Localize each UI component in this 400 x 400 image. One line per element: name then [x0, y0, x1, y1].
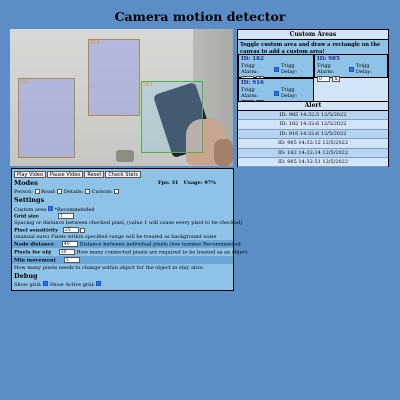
grid-size-description: Spacing or distance between checked pixe…	[14, 220, 243, 226]
reset-button[interactable]: Reset	[84, 171, 105, 178]
debug-title: Debug	[14, 272, 38, 280]
area-box-label: 916	[90, 40, 100, 46]
area-card-id: ID: 182	[241, 56, 264, 62]
grid-size-label: Grid size	[14, 213, 39, 220]
modes-title: Modes	[14, 179, 38, 187]
mode-custom-checkbox[interactable]	[114, 189, 120, 194]
fps-label: Fps: 31	[158, 180, 179, 186]
pixels-for-obj-description: How many connected pixels are required t…	[76, 249, 248, 256]
grid-size-input[interactable]: 1	[57, 213, 74, 219]
pixel-sensitivity-label: Pixel sensitivity	[14, 227, 59, 234]
usage-label: Usage: 97%	[183, 180, 217, 186]
pixel-sensitivity-auto-checkbox[interactable]	[80, 227, 86, 233]
hand-thumb	[214, 139, 233, 166]
min-movement-description: How many pixels needs to change within o…	[14, 265, 203, 271]
video-button-row: Play Video Pause Video Reset Check Stats	[14, 171, 142, 178]
area-card-id: ID: 916	[241, 80, 264, 86]
area-card-id: ID: 985	[317, 56, 340, 62]
pause-video-button[interactable]: Pause Video	[47, 171, 84, 178]
show-active-grid-label: Show Active grid:	[49, 282, 95, 288]
mode-details-checkbox[interactable]	[85, 189, 91, 194]
custom-area-box[interactable]: 182	[18, 78, 75, 158]
min-movement-label: Min movement	[14, 257, 56, 264]
area-card: ID: 182 Trigg Alarm: Trigg Delay: 0 X	[238, 54, 314, 82]
node-distance-input[interactable]: 40	[61, 241, 78, 247]
area-card: ID: 916 Trigg Alarm: Trigg Delay: 0 X	[238, 78, 314, 106]
alert-row: ID: 985 14:32:51 12/5/2022	[238, 157, 388, 168]
pixels-for-obj-label: Pixels for obj	[14, 249, 51, 256]
trigg-alarm-label: Trigg Alarm:	[317, 63, 335, 75]
node-distance-row: Node distance 40 Distance between indivi…	[14, 241, 241, 248]
modes-row: Person: Road: Details: Custom:	[14, 189, 120, 195]
mode-road-label: Road:	[41, 189, 56, 195]
check-stats-button[interactable]: Check Stats	[105, 171, 142, 178]
trigg-alarm-checkbox[interactable]	[349, 66, 354, 72]
debug-row: Show grid: Show Active grid:	[14, 281, 102, 288]
area-card: ID: 985 Trigg Alarm: Trigg Delay: 0 X	[314, 54, 388, 82]
camera-canvas[interactable]: 182 916 985	[10, 29, 233, 166]
show-grid-checkbox[interactable]	[43, 281, 49, 286]
pixel-sensitivity-row: Pixel sensitivity 25	[14, 227, 86, 234]
pixels-for-obj-row: Pixels for obj 30 How many connected pix…	[14, 249, 247, 256]
alert-list: ID: 985 14:32:5 12/5/2022 ID: 182 14:32:…	[238, 111, 388, 168]
alert-panel: Alert ID: 985 14:32:5 12/5/2022 ID: 182 …	[237, 101, 389, 168]
mode-person-checkbox[interactable]	[34, 189, 40, 194]
alert-header: Alert	[238, 102, 388, 111]
play-video-button[interactable]: Play Video	[14, 171, 47, 178]
node-distance-label: Node distance	[14, 241, 54, 248]
page-title: Camera motion detector	[114, 9, 286, 24]
controls-panel: Play Video Pause Video Reset Check Stats Fp…	[11, 168, 247, 291]
remove-area-button[interactable]: X	[332, 76, 340, 82]
custom-area-checkbox[interactable]	[47, 206, 53, 211]
mode-custom-label: Custom:	[91, 189, 113, 195]
trigg-delay-input[interactable]: 0	[317, 76, 330, 82]
trigg-alarm-label: Trigg Alarm:	[241, 63, 259, 75]
settings-title: Settings	[14, 196, 45, 204]
mode-road-checkbox[interactable]	[57, 189, 63, 194]
mode-person-label: Person:	[14, 189, 33, 195]
trigg-delay-label: Trigg Delay:	[280, 63, 297, 75]
area-box-label: 985	[143, 82, 153, 88]
trigg-alarm-label: Trigg Alarm:	[241, 87, 259, 99]
custom-area-row: Custom area *Recommended	[14, 206, 95, 213]
custom-area-box[interactable]: 985	[141, 81, 203, 153]
pixels-for-obj-input[interactable]: 30	[58, 249, 75, 255]
alert-row: ID: 985 14:32:12 12/5/2022	[238, 139, 388, 149]
object-on-floor	[116, 150, 134, 162]
show-active-grid-checkbox[interactable]	[96, 281, 102, 286]
trigg-alarm-checkbox[interactable]	[274, 66, 279, 72]
trigg-alarm-checkbox[interactable]	[274, 90, 279, 96]
alert-row: ID: 182 14:32:14 12/5/2022	[238, 148, 388, 158]
trigg-delay-label: Trigg Delay:	[355, 63, 372, 75]
area-box-label: 182	[20, 79, 30, 85]
custom-areas-header: Custom Areas	[238, 30, 388, 40]
node-distance-description: Distance between individual pixels (low …	[79, 241, 241, 248]
min-movement-row: Min movement 5	[14, 257, 80, 264]
custom-area-box[interactable]: 916	[88, 39, 140, 116]
grid-size-row: Grid size 1	[14, 213, 74, 220]
alert-row: ID: 916 14:32:6 12/5/2022	[238, 129, 388, 140]
pixel-sensitivity-input[interactable]: 25	[62, 227, 79, 233]
alert-row: ID: 985 14:32:5 12/5/2022	[238, 111, 388, 121]
alert-row: ID: 182 14:32:6 12/5/2022	[238, 120, 388, 130]
mode-details-label: Details:	[64, 189, 84, 195]
stats-readout: Fps: 31 Usage: 97%	[158, 180, 216, 186]
trigg-delay-label: Trigg Delay:	[280, 87, 297, 99]
show-grid-label: Show grid:	[14, 282, 42, 288]
min-movement-input[interactable]: 5	[63, 257, 80, 263]
